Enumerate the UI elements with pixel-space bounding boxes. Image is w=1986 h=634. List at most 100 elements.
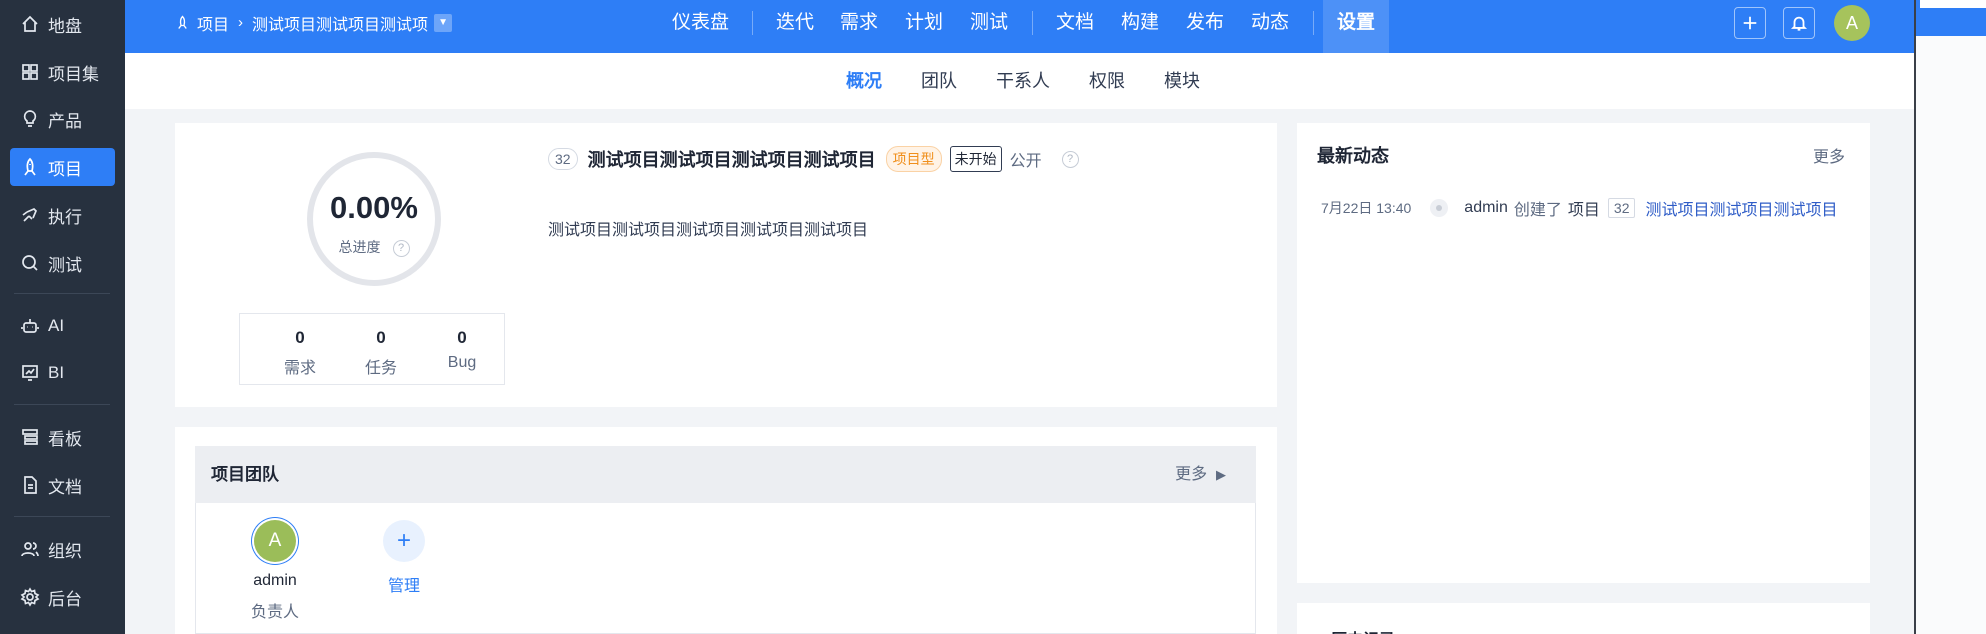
team-more-link[interactable]: 更多 ▶ <box>1175 446 1226 503</box>
sidebar-item-label: 看板 <box>48 429 82 449</box>
stat-value: 0 <box>295 328 305 347</box>
project-id-badge: 32 <box>548 148 578 170</box>
breadcrumb-project[interactable]: 测试项目测试项目测试项 <box>252 11 428 35</box>
team-body <box>195 503 1256 634</box>
tab-stakeholder[interactable]: 干系人 <box>996 53 1050 109</box>
dynamics-title: 最新动态 <box>1317 146 1389 166</box>
plus-icon: + <box>383 520 425 562</box>
sidebar-item-label: AI <box>48 316 65 335</box>
progress-label: 总进度 <box>338 239 381 255</box>
sidebar-item-ai[interactable]: AI <box>10 307 115 345</box>
window-edge-line <box>1914 0 1916 634</box>
nav-divider <box>1032 11 1033 35</box>
avatar: A <box>254 520 296 562</box>
team-header: 项目团队 更多 ▶ <box>195 446 1256 503</box>
sidebar-item-label: 文档 <box>48 477 82 497</box>
project-status-tag: 未开始 <box>949 146 1002 172</box>
chevron-down-icon[interactable]: ▼ <box>434 13 453 32</box>
sidebar-item-label: 项目集 <box>48 64 99 84</box>
window-edge <box>1916 36 1986 634</box>
dynamics-item: 7月22日 13:40 admin 创建了 项目 32 测试项目测试项目测试项目 <box>1321 196 1838 220</box>
top-navbar: 项目 › 测试项目测试项目测试项 ▼ 仪表盘 迭代 需求 计划 测试 文档 构建… <box>125 0 1920 53</box>
sidebar-item-label: 后台 <box>48 589 82 609</box>
team-title: 项目团队 <box>211 465 279 484</box>
sidebar-item-product[interactable]: 产品 <box>10 100 115 138</box>
dynamics-time: 7月22日 13:40 <box>1321 200 1412 216</box>
bell-icon <box>1790 16 1808 31</box>
plus-icon <box>1743 16 1757 30</box>
nav-dynamic[interactable]: 动态 <box>1251 0 1289 45</box>
sidebar-item-bi[interactable]: BI <box>10 354 115 392</box>
help-icon[interactable]: ? <box>392 239 410 257</box>
member-name: admin <box>253 572 297 589</box>
dynamics-user: admin <box>1464 199 1508 216</box>
nav-story[interactable]: 需求 <box>840 0 878 45</box>
notification-button[interactable] <box>1783 7 1815 39</box>
tab-module[interactable]: 模块 <box>1164 53 1200 109</box>
home-icon <box>19 13 41 35</box>
history-title: 历史记录 <box>1331 626 1395 634</box>
dynamics-id-badge: 32 <box>1607 198 1636 218</box>
sidebar-item-label: 组织 <box>48 541 82 561</box>
dynamics-action: 创建了 <box>1513 202 1562 219</box>
stat-story[interactable]: 0 需求 <box>260 314 340 378</box>
stat-value: 0 <box>376 328 386 347</box>
sidebar-item-execution[interactable]: 执行 <box>10 196 115 234</box>
nav-divider <box>752 11 753 35</box>
stat-task[interactable]: 0 任务 <box>341 314 421 378</box>
sidebar-item-home[interactable]: 地盘 <box>10 5 115 43</box>
nav-plan[interactable]: 计划 <box>905 0 943 45</box>
project-visibility: 公开 <box>1009 153 1042 170</box>
nav-release[interactable]: 发布 <box>1186 0 1224 45</box>
breadcrumb: 项目 › 测试项目测试项目测试项 ▼ <box>175 0 453 45</box>
dynamics-more-link[interactable]: 更多 <box>1813 143 1845 167</box>
sidebar-item-kanban[interactable]: 看板 <box>10 418 115 456</box>
nav-divider <box>1313 11 1314 35</box>
bulb-icon <box>19 108 41 130</box>
nav-iteration[interactable]: 迭代 <box>776 0 814 45</box>
nav-dashboard[interactable]: 仪表盘 <box>672 0 729 45</box>
tab-team[interactable]: 团队 <box>921 53 957 109</box>
team-member[interactable]: A admin 负责人 <box>235 520 315 622</box>
test-icon <box>19 252 41 274</box>
breadcrumb-root[interactable]: 项目 <box>197 11 229 35</box>
grid-icon <box>19 61 41 83</box>
manage-team-button[interactable]: + 管理 <box>364 520 444 596</box>
nav-doc[interactable]: 文档 <box>1056 0 1094 45</box>
project-title: 测试项目测试项目测试项目测试项目 <box>587 150 876 170</box>
nav-test[interactable]: 测试 <box>970 0 1008 45</box>
manage-label: 管理 <box>387 578 420 595</box>
sidebar-item-org[interactable]: 组织 <box>10 530 115 568</box>
help-icon[interactable]: ? <box>1061 150 1079 168</box>
more-label: 更多 <box>1175 466 1208 483</box>
tab-overview[interactable]: 概况 <box>846 53 882 109</box>
sidebar-divider <box>14 293 110 294</box>
caret-right-icon: ▶ <box>1216 467 1226 482</box>
progress-label-row: 总进度? <box>305 237 443 257</box>
nav-settings[interactable]: 设置 <box>1337 0 1375 45</box>
sub-navbar: 概况 团队 干系人 权限 模块 <box>125 53 1914 109</box>
robot-icon <box>19 315 41 337</box>
add-button[interactable] <box>1734 7 1766 39</box>
stat-bug[interactable]: 0 Bug <box>422 314 502 372</box>
stat-label: Bug <box>447 354 477 371</box>
sidebar-item-label: BI <box>48 363 65 382</box>
sidebar-item-program[interactable]: 项目集 <box>10 53 115 91</box>
dynamics-project-link[interactable]: 测试项目测试项目测试项目 <box>1645 196 1837 220</box>
board-icon <box>19 426 41 448</box>
users-icon <box>19 538 41 560</box>
progress-value: 0.00% <box>330 190 418 225</box>
rocket-icon <box>178 15 187 29</box>
project-description: 测试项目测试项目测试项目测试项目测试项目 <box>548 222 869 239</box>
sidebar-item-admin[interactable]: 后台 <box>10 578 115 616</box>
dynamics-list: 7月22日 13:40 admin 创建了 项目 32 测试项目测试项目测试项目 <box>1297 180 1844 230</box>
sidebar-item-project[interactable]: 项目 <box>10 148 115 186</box>
sidebar-item-test[interactable]: 测试 <box>10 244 115 282</box>
user-avatar[interactable]: A <box>1834 5 1870 41</box>
nav-build[interactable]: 构建 <box>1121 0 1159 45</box>
sidebar-item-doc[interactable]: 文档 <box>10 466 115 504</box>
sidebar: 地盘 项目集 产品 项目 执行 测试 AI BI 看板 文档 组织 后台 <box>0 0 125 634</box>
tab-permission[interactable]: 权限 <box>1089 53 1125 109</box>
run-icon <box>19 204 41 226</box>
stats-box: 0 需求 0 任务 0 Bug <box>239 313 505 385</box>
